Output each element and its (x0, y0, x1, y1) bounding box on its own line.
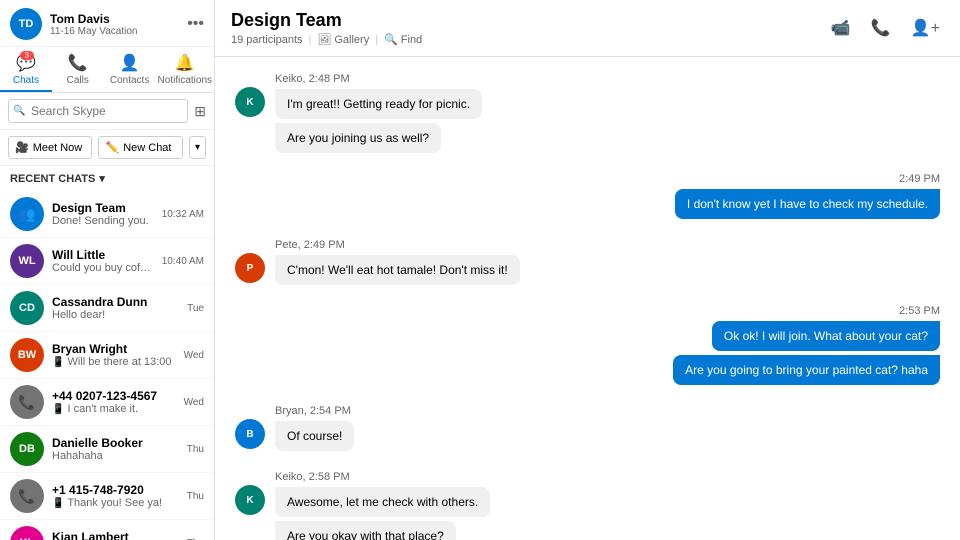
grid-icon[interactable]: ⊞ (194, 103, 206, 120)
message-group-2: 2:49 PM I don't know yet I have to check… (235, 173, 940, 223)
tab-contacts[interactable]: 👤 Contacts (104, 47, 156, 92)
chat-body-will-little: Will Little Could you buy coffee for me? (52, 248, 154, 274)
sidebar-header: TD Tom Davis 11-16 May Vacation ••• (0, 0, 214, 47)
search-bar: ⊞ (0, 93, 214, 130)
chat-item-bryan-wright[interactable]: BW Bryan Wright 📱 Will be there at 13:00… (0, 332, 214, 379)
msg-bubble: Awesome, let me check with others. (275, 487, 490, 517)
msg-bubble: C'mon! We'll eat hot tamale! Don't miss … (275, 255, 520, 285)
notifications-icon: 🔔 (175, 53, 195, 73)
search-wrap (8, 99, 188, 123)
meet-now-button[interactable]: 🎥 Meet Now (8, 136, 92, 159)
chat-avatar-will-little: WL (10, 244, 44, 278)
audio-call-icon: 📞 (871, 20, 891, 37)
calls-icon: 📞 (68, 53, 88, 73)
message-group-3: P Pete, 2:49 PM C'mon! We'll eat hot tam… (235, 239, 940, 289)
find-link[interactable]: 🔍 Find (384, 33, 422, 46)
chat-item-kian-lambert[interactable]: KL Kian Lambert Will do that man! Thu (0, 520, 214, 540)
messages-area[interactable]: K Keiko, 2:48 PM I'm great!! Getting rea… (215, 57, 960, 540)
nav-tabs: 💬 Chats 3 📞 Calls 👤 Contacts 🔔 Notificat… (0, 47, 214, 93)
msg-bubble: I'm great!! Getting ready for picnic. (275, 89, 482, 119)
gallery-icon: 🖼 (317, 33, 331, 46)
phone-small-icon: 📱 (52, 404, 64, 415)
tab-calls-label: Calls (67, 75, 89, 86)
chat-meta-design-team: 10:32 AM (162, 209, 204, 220)
chat-list: 👥 Design Team Done! Sending you. 10:32 A… (0, 191, 214, 540)
recent-chats-header[interactable]: RECENT CHATS ▾ (0, 166, 214, 191)
message-group-6: K Keiko, 2:58 PM Awesome, let me check w… (235, 471, 940, 540)
new-chat-dropdown[interactable]: ▾ (189, 136, 206, 159)
tab-chats[interactable]: 💬 Chats 3 (0, 47, 52, 92)
chat-item-danielle-booker[interactable]: DB Danielle Booker Hahahaha Thu (0, 426, 214, 473)
msg-avatar-keiko-2: K (235, 485, 265, 515)
user-details: Tom Davis 11-16 May Vacation (50, 12, 137, 37)
msg-bubble: Are you okay with that place? (275, 521, 456, 540)
pencil-icon: ✏️ (105, 141, 119, 154)
chat-subtitle: 19 participants | 🖼 Gallery | 🔍 Find (231, 33, 422, 46)
chat-avatar-phone-44: 📞 (10, 385, 44, 419)
search-input[interactable] (8, 99, 188, 123)
msg-bubble-out: Ok ok! I will join. What about your cat? (712, 321, 940, 351)
chat-title: Design Team (231, 10, 422, 31)
msg-bubble: Are you joining us as well? (275, 123, 441, 153)
chat-title-area: Design Team 19 participants | 🖼 Gallery … (231, 10, 422, 46)
msg-bubble-out: Are you going to bring your painted cat?… (673, 355, 940, 385)
main-chat: Design Team 19 participants | 🖼 Gallery … (215, 0, 960, 540)
user-info: TD Tom Davis 11-16 May Vacation (10, 8, 137, 40)
chat-header: Design Team 19 participants | 🖼 Gallery … (215, 0, 960, 57)
tab-notifications[interactable]: 🔔 Notifications (156, 47, 214, 92)
chat-item-design-team[interactable]: 👥 Design Team Done! Sending you. 10:32 A… (0, 191, 214, 238)
chat-avatar-phone-415: 📞 (10, 479, 44, 513)
chat-item-cassandra-dunn[interactable]: CD Cassandra Dunn Hello dear! Tue (0, 285, 214, 332)
msg-bubble: Of course! (275, 421, 354, 451)
tab-calls[interactable]: 📞 Calls (52, 47, 104, 92)
chat-avatar-cassandra-dunn: CD (10, 291, 44, 325)
chat-avatar-design-team: 👥 (10, 197, 44, 231)
phone-small-icon2: 📱 (52, 498, 64, 509)
participants-info: 19 participants (231, 34, 303, 46)
user-name: Tom Davis (50, 12, 137, 26)
video-call-icon: 📹 (831, 20, 851, 37)
add-participant-icon: 👤+ (911, 20, 940, 37)
msg-content-1: Keiko, 2:48 PM I'm great!! Getting ready… (275, 73, 940, 157)
user-avatar[interactable]: TD (10, 8, 42, 40)
msg-bubble-out: I don't know yet I have to check my sche… (675, 189, 940, 219)
msg-avatar-pete: P (235, 253, 265, 283)
msg-sender-time-1: Keiko, 2:48 PM (275, 73, 940, 85)
tab-chats-label: Chats (13, 75, 39, 86)
tab-notifications-label: Notifications (158, 75, 212, 86)
message-group-4: 2:53 PM Ok ok! I will join. What about y… (235, 305, 940, 389)
audio-call-button[interactable]: 📞 (867, 14, 895, 42)
header-actions: 📹 📞 👤+ (827, 14, 944, 42)
chat-avatar-bryan-wright: BW (10, 338, 44, 372)
message-group-5: B Bryan, 2:54 PM Of course! (235, 405, 940, 455)
more-options-icon[interactable]: ••• (187, 15, 204, 33)
contacts-icon: 👤 (120, 53, 140, 73)
chat-avatar-danielle-booker: DB (10, 432, 44, 466)
chevron-down-icon: ▾ (99, 172, 105, 185)
find-icon: 🔍 (384, 33, 398, 46)
chat-item-will-little[interactable]: WL Will Little Could you buy coffee for … (0, 238, 214, 285)
tab-contacts-label: Contacts (110, 75, 149, 86)
chat-avatar-kian-lambert: KL (10, 526, 44, 540)
chat-body-design-team: Design Team Done! Sending you. (52, 201, 154, 227)
chat-item-phone-44[interactable]: 📞 +44 0207-123-4567 📱 I can't make it. W… (0, 379, 214, 426)
add-participant-button[interactable]: 👤+ (907, 14, 944, 42)
message-group-1: K Keiko, 2:48 PM I'm great!! Getting rea… (235, 73, 940, 157)
user-status: 11-16 May Vacation (50, 26, 137, 37)
chat-item-phone-415[interactable]: 📞 +1 415-748-7920 📱 Thank you! See ya! T… (0, 473, 214, 520)
phone-icon: 📱 (52, 357, 64, 368)
new-chat-button[interactable]: ✏️ New Chat (98, 136, 182, 159)
chats-badge: 3 (20, 51, 34, 60)
action-buttons: 🎥 Meet Now ✏️ New Chat ▾ (0, 130, 214, 166)
msg-avatar-keiko-1: K (235, 87, 265, 117)
sidebar: TD Tom Davis 11-16 May Vacation ••• 💬 Ch… (0, 0, 215, 540)
video-icon: 🎥 (15, 141, 29, 154)
gallery-link[interactable]: 🖼 Gallery (317, 33, 369, 46)
msg-avatar-bryan: B (235, 419, 265, 449)
outgoing-time-2: 2:49 PM (899, 173, 940, 185)
video-call-button[interactable]: 📹 (827, 14, 855, 42)
